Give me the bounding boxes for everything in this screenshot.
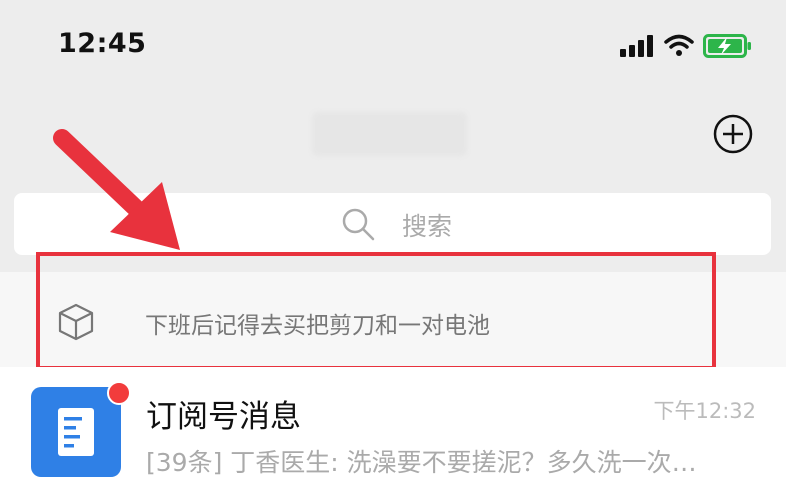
document-icon (58, 408, 94, 456)
status-bar: 12:45 (0, 0, 786, 90)
search-bar[interactable]: 搜索 (14, 193, 771, 255)
search-icon (342, 208, 375, 241)
title-placeholder (312, 112, 467, 156)
reminder-text: 下班后记得去买把剪刀和一对电池 (145, 313, 490, 339)
search-placeholder: 搜索 (402, 212, 453, 241)
wifi-icon (664, 34, 694, 56)
box-icon (58, 303, 94, 341)
chat-preview: [39条] 丁香医生: 洗澡要不要搓泥？多久洗一次… (146, 448, 697, 477)
chat-row-subscriptions[interactable]: 订阅号消息 下午12:32 [39条] 丁香医生: 洗澡要不要搓泥？多久洗一次… (0, 367, 786, 500)
battery-charging-icon (703, 34, 751, 58)
signal-icon (620, 35, 653, 57)
status-time: 12:45 (58, 28, 147, 59)
plus-circle-icon[interactable] (713, 114, 753, 154)
chat-name: 订阅号消息 (146, 399, 301, 435)
avatar (31, 387, 121, 477)
chat-time: 下午12:32 (653, 399, 756, 423)
reminder-row[interactable]: 下班后记得去买把剪刀和一对电池 (0, 272, 786, 367)
unread-badge (107, 381, 131, 405)
